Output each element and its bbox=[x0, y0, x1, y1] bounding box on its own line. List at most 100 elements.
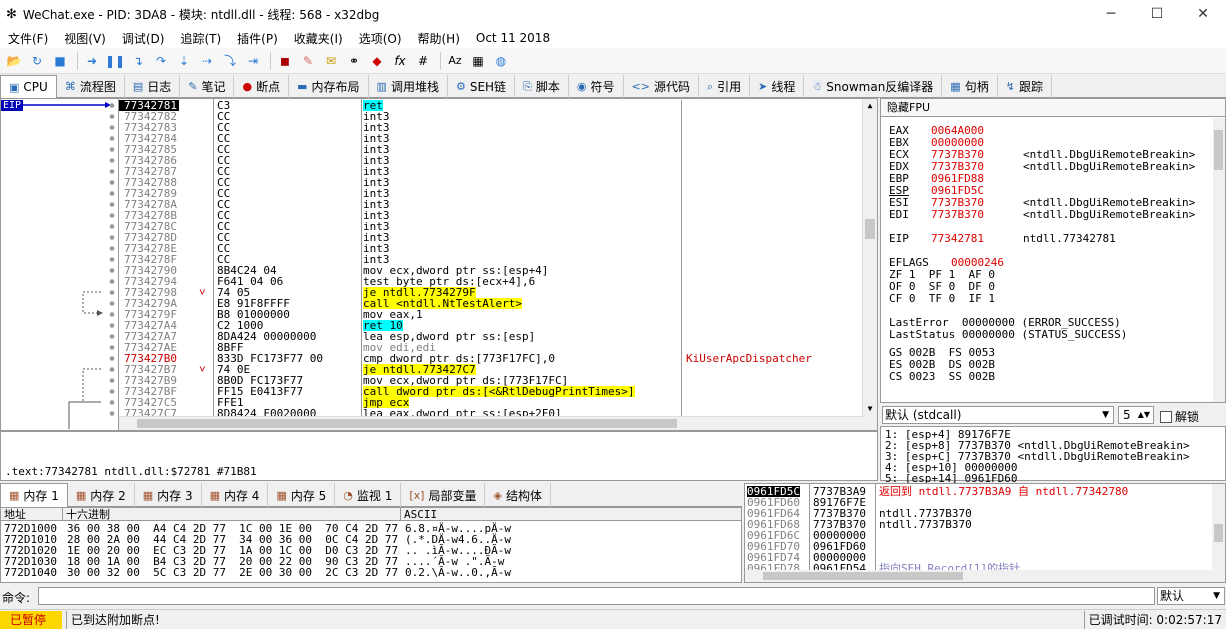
disasm-row[interactable]: 77342784 CC int3 bbox=[119, 133, 864, 144]
tab-notes[interactable]: ✎ 笔记 bbox=[180, 75, 235, 98]
disasm-row[interactable]: 77342788 CC int3 bbox=[119, 177, 864, 188]
disasm-row[interactable]: 77342783 CC int3 bbox=[119, 122, 864, 133]
dump-header-hex[interactable]: 十六进制 bbox=[63, 508, 401, 521]
dump-header-ascii[interactable]: ASCII bbox=[401, 508, 741, 521]
menu-help[interactable]: 帮助(H) bbox=[410, 30, 468, 47]
tab-script[interactable]: ⎘ 脚本 bbox=[515, 75, 569, 98]
scylla-icon[interactable]: ◼ bbox=[275, 51, 295, 71]
disassembly-hscroll[interactable] bbox=[119, 416, 864, 430]
command-mode-select[interactable]: 默认 ▼ bbox=[1157, 587, 1225, 605]
disassembly-vscroll[interactable]: ▲ ▼ bbox=[862, 99, 877, 430]
breakpoint-dot[interactable] bbox=[109, 202, 115, 207]
disasm-row[interactable]: 7734278D CC int3 bbox=[119, 232, 864, 243]
command-input[interactable] bbox=[38, 587, 1155, 605]
unlock-checkbox[interactable]: 解锁 bbox=[1160, 408, 1199, 425]
tab-log[interactable]: ▤ 日志 bbox=[125, 75, 181, 98]
trace-into-icon[interactable]: ⇣ bbox=[174, 51, 194, 71]
tab-graph[interactable]: ⌘ 流程图 bbox=[57, 75, 125, 98]
breakpoint-dot[interactable] bbox=[109, 400, 115, 405]
pause-icon[interactable]: ❚❚ bbox=[105, 51, 125, 71]
dump-tab-1[interactable]: ▦ 内存 1 bbox=[0, 483, 68, 507]
breakpoint-dot[interactable] bbox=[109, 378, 115, 383]
breakpoint-dot[interactable] bbox=[109, 389, 115, 394]
menu-favourites[interactable]: 收藏夹(I) bbox=[286, 30, 351, 47]
breakpoint-dot[interactable] bbox=[109, 191, 115, 196]
open-icon[interactable]: 📂 bbox=[4, 51, 24, 71]
stop-icon[interactable]: ■ bbox=[50, 51, 70, 71]
breakpoint-dot[interactable] bbox=[109, 290, 115, 295]
breakpoint-dot[interactable] bbox=[109, 235, 115, 240]
menu-view[interactable]: 视图(V) bbox=[56, 30, 114, 47]
notes-toolbar-icon[interactable]: ✉ bbox=[321, 51, 341, 71]
registers-vscroll[interactable] bbox=[1213, 118, 1225, 402]
step-into-icon[interactable]: ↴ bbox=[128, 51, 148, 71]
stack-view[interactable]: 0961FD5C 7737B3A9 返回到 ntdll.7737B3A9 自 ntd… bbox=[744, 483, 1226, 583]
animate-icon[interactable]: ⇥ bbox=[243, 51, 263, 71]
dump-row[interactable]: 772D1040 30 00 32 00 5C C3 2D 77 2E 00 30… bbox=[1, 567, 741, 578]
maximize-button[interactable]: ☐ bbox=[1134, 0, 1180, 28]
menu-file[interactable]: 文件(F) bbox=[0, 30, 56, 47]
register-eip[interactable]: EIP 77342781 ntdll.77342781 bbox=[889, 233, 1116, 245]
calculator-icon[interactable]: ▦ bbox=[468, 51, 488, 71]
tab-symbols[interactable]: ◉ 符号 bbox=[569, 75, 624, 98]
disasm-row[interactable]: 7734278B CC int3 bbox=[119, 210, 864, 221]
dump-tab-8[interactable]: ◈ 结构体 bbox=[485, 483, 551, 507]
disasm-row[interactable]: 7734278E CC int3 bbox=[119, 243, 864, 254]
disasm-row[interactable]: 77342789 CC int3 bbox=[119, 188, 864, 199]
breakpoint-dot[interactable] bbox=[109, 345, 115, 350]
segment-line[interactable]: CS 0023 SS 002B bbox=[889, 371, 995, 383]
patch-icon[interactable]: ✎ bbox=[298, 51, 318, 71]
breakpoint-dot[interactable] bbox=[109, 114, 115, 119]
breakpoint-dot[interactable] bbox=[109, 169, 115, 174]
breakpoint-dot[interactable] bbox=[109, 411, 115, 416]
link-icon[interactable]: ⚭ bbox=[344, 51, 364, 71]
disasm-row[interactable]: 77342785 CC int3 bbox=[119, 144, 864, 155]
breakpoint-dot[interactable] bbox=[109, 158, 115, 163]
breakpoint-dot[interactable] bbox=[109, 323, 115, 328]
tab-threads[interactable]: ➤ 线程 bbox=[750, 75, 805, 98]
flags-line[interactable]: CF 0 TF 0 IF 1 bbox=[889, 293, 995, 305]
breakpoint-dot[interactable] bbox=[109, 334, 115, 339]
disassembly-view[interactable]: EIP 77342781 C3 ret 77342782 CC int3 77342783 C… bbox=[0, 98, 878, 431]
registers-panel[interactable]: 隐藏FPU EAX 0064A000 EBX 00000000 ECX 7737B370 <… bbox=[880, 98, 1226, 403]
disasm-row[interactable]: 77342781 C3 ret bbox=[119, 100, 864, 111]
hash-icon[interactable]: # bbox=[413, 51, 433, 71]
disasm-row[interactable]: 77342787 CC int3 bbox=[119, 166, 864, 177]
menu-options[interactable]: 选项(O) bbox=[351, 30, 410, 47]
dump-header-address[interactable]: 地址 bbox=[1, 508, 63, 521]
register-edi[interactable]: EDI 7737B370 <ntdll.DbgUiRemoteBreakin> bbox=[889, 209, 1195, 221]
dump-tab-4[interactable]: ▦ 内存 4 bbox=[202, 483, 269, 507]
dump-tab-3[interactable]: ▦ 内存 3 bbox=[135, 483, 202, 507]
font-icon[interactable]: Az bbox=[445, 51, 465, 71]
tab-seh[interactable]: ⚙ SEH链 bbox=[448, 75, 516, 98]
breakpoint-dot[interactable] bbox=[109, 103, 115, 108]
tab-handles[interactable]: ▦ 句柄 bbox=[942, 75, 998, 98]
breakpoint-dot[interactable] bbox=[109, 136, 115, 141]
tab-snowman[interactable]: ☃ Snowman反编译器 bbox=[804, 75, 943, 98]
stack-vscroll[interactable] bbox=[1212, 484, 1225, 582]
dump-tab-5[interactable]: ▦ 内存 5 bbox=[268, 483, 336, 507]
breakpoint-dot[interactable] bbox=[109, 180, 115, 185]
last-status[interactable]: LastStatus 00000000 (STATUS_SUCCESS) bbox=[889, 329, 1127, 341]
tab-breakpoint[interactable]: ● 断点 bbox=[234, 75, 290, 98]
menu-plugins[interactable]: 插件(P) bbox=[229, 30, 286, 47]
menu-trace[interactable]: 追踪(T) bbox=[172, 30, 229, 47]
tab-cpu[interactable]: ▣ CPU bbox=[0, 75, 57, 98]
breakpoint-dot[interactable] bbox=[109, 147, 115, 152]
function-icon[interactable]: fx bbox=[390, 51, 410, 71]
hide-fpu-button[interactable]: 隐藏FPU bbox=[881, 99, 1225, 117]
dump-tab-7[interactable]: [x] 局部变量 bbox=[401, 483, 486, 507]
tab-call-stack[interactable]: ▥ 调用堆栈 bbox=[369, 75, 448, 98]
breakpoint-dot[interactable] bbox=[109, 213, 115, 218]
breakpoint-dot[interactable] bbox=[109, 279, 115, 284]
stack-hscroll[interactable] bbox=[745, 570, 1214, 582]
disasm-row[interactable]: 7734278A CC int3 bbox=[119, 199, 864, 210]
disasm-row[interactable]: 77342782 CC int3 bbox=[119, 111, 864, 122]
argument-count-spinner[interactable]: 5 ▲▼ bbox=[1118, 406, 1154, 424]
breakpoint-tag-icon[interactable]: ◆ bbox=[367, 51, 387, 71]
step-over-icon[interactable]: ↷ bbox=[151, 51, 171, 71]
breakpoint-dot[interactable] bbox=[109, 257, 115, 262]
tab-source[interactable]: <> 源代码 bbox=[624, 75, 699, 98]
breakpoint-dot[interactable] bbox=[109, 246, 115, 251]
dump-tab-2[interactable]: ▦ 内存 2 bbox=[68, 483, 135, 507]
